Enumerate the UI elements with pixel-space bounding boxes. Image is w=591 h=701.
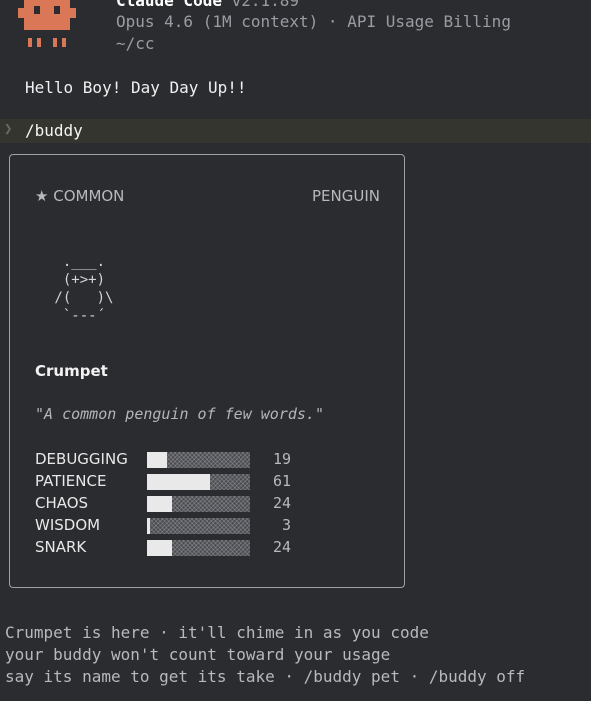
stat-value: 24 (272, 538, 291, 556)
stat-bar-fill (147, 452, 167, 468)
stat-bar-fill (147, 518, 150, 534)
greeting-message: Hello Boy! Day Day Up!! (25, 78, 247, 97)
stat-bar (147, 474, 250, 490)
stat-label: DEBUGGING (35, 450, 128, 468)
buddy-card: ★ COMMON PENGUIN .___. (+>+) /( )\ `---´… (9, 154, 405, 588)
model-info: Opus 4.6 (1M context) · API Usage Billin… (116, 12, 511, 31)
command-prompt[interactable]: ❯ /buddy (0, 119, 591, 143)
app-title: Claude Code v2.1.89 (116, 0, 299, 11)
stat-label: SNARK (35, 538, 87, 556)
stat-value: 24 (272, 494, 291, 512)
stats-list: DEBUGGING 19 PATIENCE 61 CHAOS 24 WISDOM… (35, 449, 395, 559)
stat-label: CHAOS (35, 494, 89, 512)
stat-bar (147, 518, 250, 534)
working-directory: ~/cc (116, 34, 155, 53)
stat-row: DEBUGGING 19 (35, 449, 395, 471)
stat-bar-fill (147, 474, 210, 490)
buddy-name: Crumpet (35, 362, 108, 380)
chevron-right-icon: ❯ (4, 121, 13, 137)
footer-line-presence: Crumpet is here · it'll chime in as you … (5, 623, 429, 642)
stat-bar-fill (147, 540, 172, 556)
footer-line-usage: your buddy won't count toward your usage (5, 645, 391, 664)
stat-bar (147, 496, 250, 512)
app-version: v2.1.89 (231, 0, 300, 10)
claude-mascot-icon (18, 0, 76, 47)
stat-value: 19 (272, 450, 291, 468)
stat-value: 3 (281, 516, 291, 534)
rarity-label: ★ COMMON (35, 187, 125, 205)
session-header: Claude Code v2.1.89 Opus 4.6 (1M context… (0, 0, 591, 60)
species-label: PENGUIN (312, 187, 380, 205)
stat-bar (147, 540, 250, 556)
prompt-command: /buddy (25, 121, 83, 140)
app-name: Claude Code (116, 0, 222, 10)
penguin-ascii-art: .___. (+>+) /( )\ `---´ (54, 254, 114, 324)
stat-bar (147, 452, 250, 468)
stat-row: SNARK 24 (35, 537, 395, 559)
stat-value: 61 (272, 472, 291, 490)
stat-row: WISDOM 3 (35, 515, 395, 537)
stat-row: CHAOS 24 (35, 493, 395, 515)
footer-line-commands: say its name to get its take · /buddy pe… (5, 667, 526, 686)
stat-bar-fill (147, 496, 172, 512)
stat-row: PATIENCE 61 (35, 471, 395, 493)
stat-label: WISDOM (35, 516, 101, 534)
stat-label: PATIENCE (35, 472, 107, 490)
buddy-quote: "A common penguin of few words." (35, 405, 324, 423)
